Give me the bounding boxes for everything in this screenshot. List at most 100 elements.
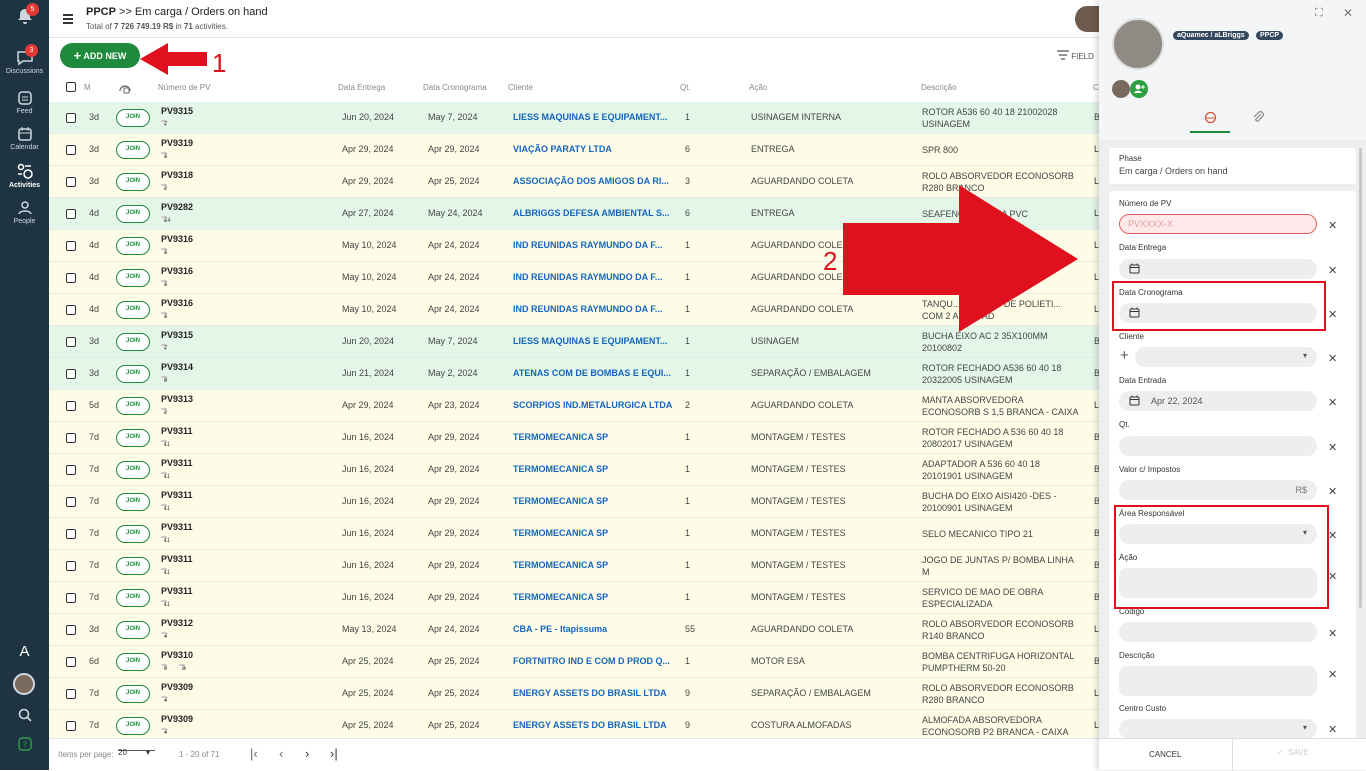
row-pv[interactable]: PV9309 bbox=[161, 714, 193, 724]
table-row[interactable]: 3d JOIN PV9312 4 ▪ May 13, 2024 Apr 24, 2024 C… bbox=[49, 614, 1099, 646]
row-pv[interactable]: PV9311 bbox=[161, 426, 193, 436]
numero-pv-input[interactable]: PVXXXX-X bbox=[1119, 214, 1317, 234]
first-page-icon[interactable]: |‹ bbox=[250, 746, 258, 761]
table-row[interactable]: 7d JOIN PV9311 11 ▪ Jun 16, 2024 Apr 29, 2024… bbox=[49, 422, 1100, 454]
row-pv[interactable]: PV9311 bbox=[161, 554, 193, 564]
join-button[interactable]: JOIN bbox=[116, 653, 150, 671]
table-row[interactable]: 6d JOIN PV9310 9 ▪ 3 ∞ Apr 25, 2024 Apr 25, 202… bbox=[49, 646, 1100, 678]
row-pv[interactable]: PV9282 bbox=[161, 202, 193, 212]
col-pv[interactable]: Número de PV bbox=[158, 83, 210, 92]
row-cliente[interactable]: TERMOMECANICA SP bbox=[513, 592, 676, 602]
join-button[interactable]: JOIN bbox=[116, 493, 150, 511]
clear-icon[interactable]: ✕ bbox=[1328, 627, 1337, 640]
tab-attachments[interactable] bbox=[1244, 108, 1274, 133]
select-all-checkbox[interactable] bbox=[66, 82, 76, 92]
row-cliente[interactable]: TERMOMECANICA SP bbox=[513, 560, 676, 570]
clear-icon[interactable]: ✕ bbox=[1328, 264, 1337, 277]
row-cliente[interactable]: ATENAS COM DE BOMBAS E EQUI... bbox=[513, 368, 676, 378]
table-row[interactable]: 7d JOIN PV9311 11 ▪ Jun 16, 2024 Apr 29, 2024… bbox=[49, 550, 1100, 582]
save-button[interactable]: ✓ SAVE bbox=[1277, 748, 1309, 757]
row-cliente[interactable]: TERMOMECANICA SP bbox=[513, 432, 676, 442]
items-per-page-select[interactable]: 20 ▾ bbox=[118, 748, 155, 757]
descricao-textarea[interactable] bbox=[1119, 666, 1317, 696]
font-a-icon[interactable]: A bbox=[0, 643, 49, 660]
row-cliente[interactable]: TERMOMECANICA SP bbox=[513, 496, 676, 506]
row-pv[interactable]: PV9316 bbox=[161, 298, 193, 308]
row-checkbox[interactable] bbox=[66, 369, 76, 379]
clear-icon[interactable]: ✕ bbox=[1328, 352, 1337, 365]
row-cliente[interactable]: SCORPIOS IND.METALURGICA LTDA bbox=[513, 400, 676, 410]
row-pv[interactable]: PV9315 bbox=[161, 106, 193, 116]
qt-input[interactable] bbox=[1119, 436, 1317, 456]
clear-icon[interactable]: ✕ bbox=[1328, 485, 1337, 498]
clear-icon[interactable]: ✕ bbox=[1328, 529, 1337, 542]
join-button[interactable]: JOIN bbox=[116, 109, 150, 127]
join-button[interactable]: JOIN bbox=[116, 365, 150, 383]
row-checkbox[interactable] bbox=[66, 497, 76, 507]
last-page-icon[interactable]: ›| bbox=[330, 746, 338, 761]
row-cliente[interactable]: LIESS MAQUINAS E EQUIPAMENT... bbox=[513, 112, 676, 122]
row-checkbox[interactable] bbox=[66, 657, 76, 667]
row-checkbox[interactable] bbox=[66, 625, 76, 635]
row-cliente[interactable]: ASSOCIAÇÃO DOS AMIGOS DA RI... bbox=[513, 176, 676, 186]
codigo-input[interactable] bbox=[1119, 622, 1317, 642]
row-cliente[interactable]: TERMOMECANICA SP bbox=[513, 464, 676, 474]
cliente-select[interactable]: ▾ bbox=[1135, 347, 1317, 367]
activity-image[interactable] bbox=[1112, 18, 1164, 70]
clear-icon[interactable]: ✕ bbox=[1328, 570, 1337, 583]
col-descricao[interactable]: Descrição bbox=[921, 83, 957, 92]
sidebar-item-discussions[interactable]: 3 Discussions bbox=[0, 44, 49, 75]
clear-icon[interactable]: ✕ bbox=[1328, 308, 1337, 321]
row-checkbox[interactable] bbox=[66, 337, 76, 347]
close-icon[interactable]: ✕ bbox=[1343, 6, 1353, 20]
row-checkbox[interactable] bbox=[66, 145, 76, 155]
join-button[interactable]: JOIN bbox=[116, 717, 150, 735]
row-pv[interactable]: PV9315 bbox=[161, 330, 193, 340]
row-pv[interactable]: PV9313 bbox=[161, 394, 193, 404]
join-button[interactable]: JOIN bbox=[116, 205, 150, 223]
row-checkbox[interactable] bbox=[66, 241, 76, 251]
sidebar-item-calendar[interactable]: Calendar bbox=[0, 126, 49, 151]
row-pv[interactable]: PV9309 bbox=[161, 682, 193, 692]
clear-icon[interactable]: ✕ bbox=[1328, 668, 1337, 681]
row-pv[interactable]: PV9311 bbox=[161, 490, 193, 500]
join-button[interactable]: JOIN bbox=[116, 589, 150, 607]
search-button[interactable] bbox=[0, 707, 49, 725]
next-page-icon[interactable]: › bbox=[305, 746, 309, 761]
col-qt[interactable]: Qt. bbox=[680, 83, 691, 92]
sidebar-item-people[interactable]: People bbox=[0, 200, 49, 225]
clear-icon[interactable]: ✕ bbox=[1328, 441, 1337, 454]
row-cliente[interactable]: IND REUNIDAS RAYMUNDO DA F... bbox=[513, 304, 676, 314]
row-checkbox[interactable] bbox=[66, 689, 76, 699]
cancel-button[interactable]: CANCEL bbox=[1149, 750, 1181, 759]
join-button[interactable]: JOIN bbox=[116, 333, 150, 351]
row-pv[interactable]: PV9311 bbox=[161, 458, 193, 468]
row-cliente[interactable]: CBA - PE - Itapissuma bbox=[513, 624, 676, 634]
row-pv[interactable]: PV9316 bbox=[161, 266, 193, 276]
table-row[interactable]: 7d JOIN PV9311 11 ▪ Jun 16, 2024 Apr 29, 2024… bbox=[49, 582, 1100, 614]
sidebar-item-feed[interactable]: Feed bbox=[0, 90, 49, 115]
data-entrega-input[interactable] bbox=[1119, 259, 1317, 279]
user-avatar[interactable] bbox=[13, 673, 35, 695]
table-row[interactable]: 7d JOIN PV9311 11 ▪ Jun 16, 2024 Apr 29, 2024… bbox=[49, 518, 1100, 550]
row-checkbox[interactable] bbox=[66, 177, 76, 187]
join-button[interactable]: JOIN bbox=[116, 429, 150, 447]
row-pv[interactable]: PV9316 bbox=[161, 234, 193, 244]
help-button[interactable]: ? bbox=[0, 737, 49, 753]
table-row[interactable]: 7d JOIN PV9311 11 ▪ Jun 16, 2024 Apr 29, 2024… bbox=[49, 486, 1100, 518]
fields-button[interactable]: FIELD bbox=[1057, 50, 1094, 61]
add-member-button[interactable] bbox=[1130, 80, 1148, 98]
join-button[interactable]: JOIN bbox=[116, 621, 150, 639]
row-cliente[interactable]: ENERGY ASSETS DO BRASIL LTDA bbox=[513, 720, 676, 730]
notifications-bell[interactable]: 5 bbox=[0, 3, 49, 28]
row-cliente[interactable]: FORTNITRO IND E COM D PROD Q... bbox=[513, 656, 676, 666]
join-button[interactable]: JOIN bbox=[116, 397, 150, 415]
clear-icon[interactable]: ✕ bbox=[1328, 219, 1337, 232]
col-c[interactable]: C bbox=[1093, 83, 1099, 92]
row-checkbox[interactable] bbox=[66, 273, 76, 283]
table-row[interactable]: 3d JOIN PV9314 9 ▪ Jun 21, 2024 May 2, 2024 AT… bbox=[49, 358, 1100, 390]
add-client-icon[interactable]: + bbox=[1120, 347, 1129, 364]
row-cliente[interactable]: ENERGY ASSETS DO BRASIL LTDA bbox=[513, 688, 676, 698]
row-checkbox[interactable] bbox=[66, 209, 76, 219]
clear-icon[interactable]: ✕ bbox=[1328, 396, 1337, 409]
